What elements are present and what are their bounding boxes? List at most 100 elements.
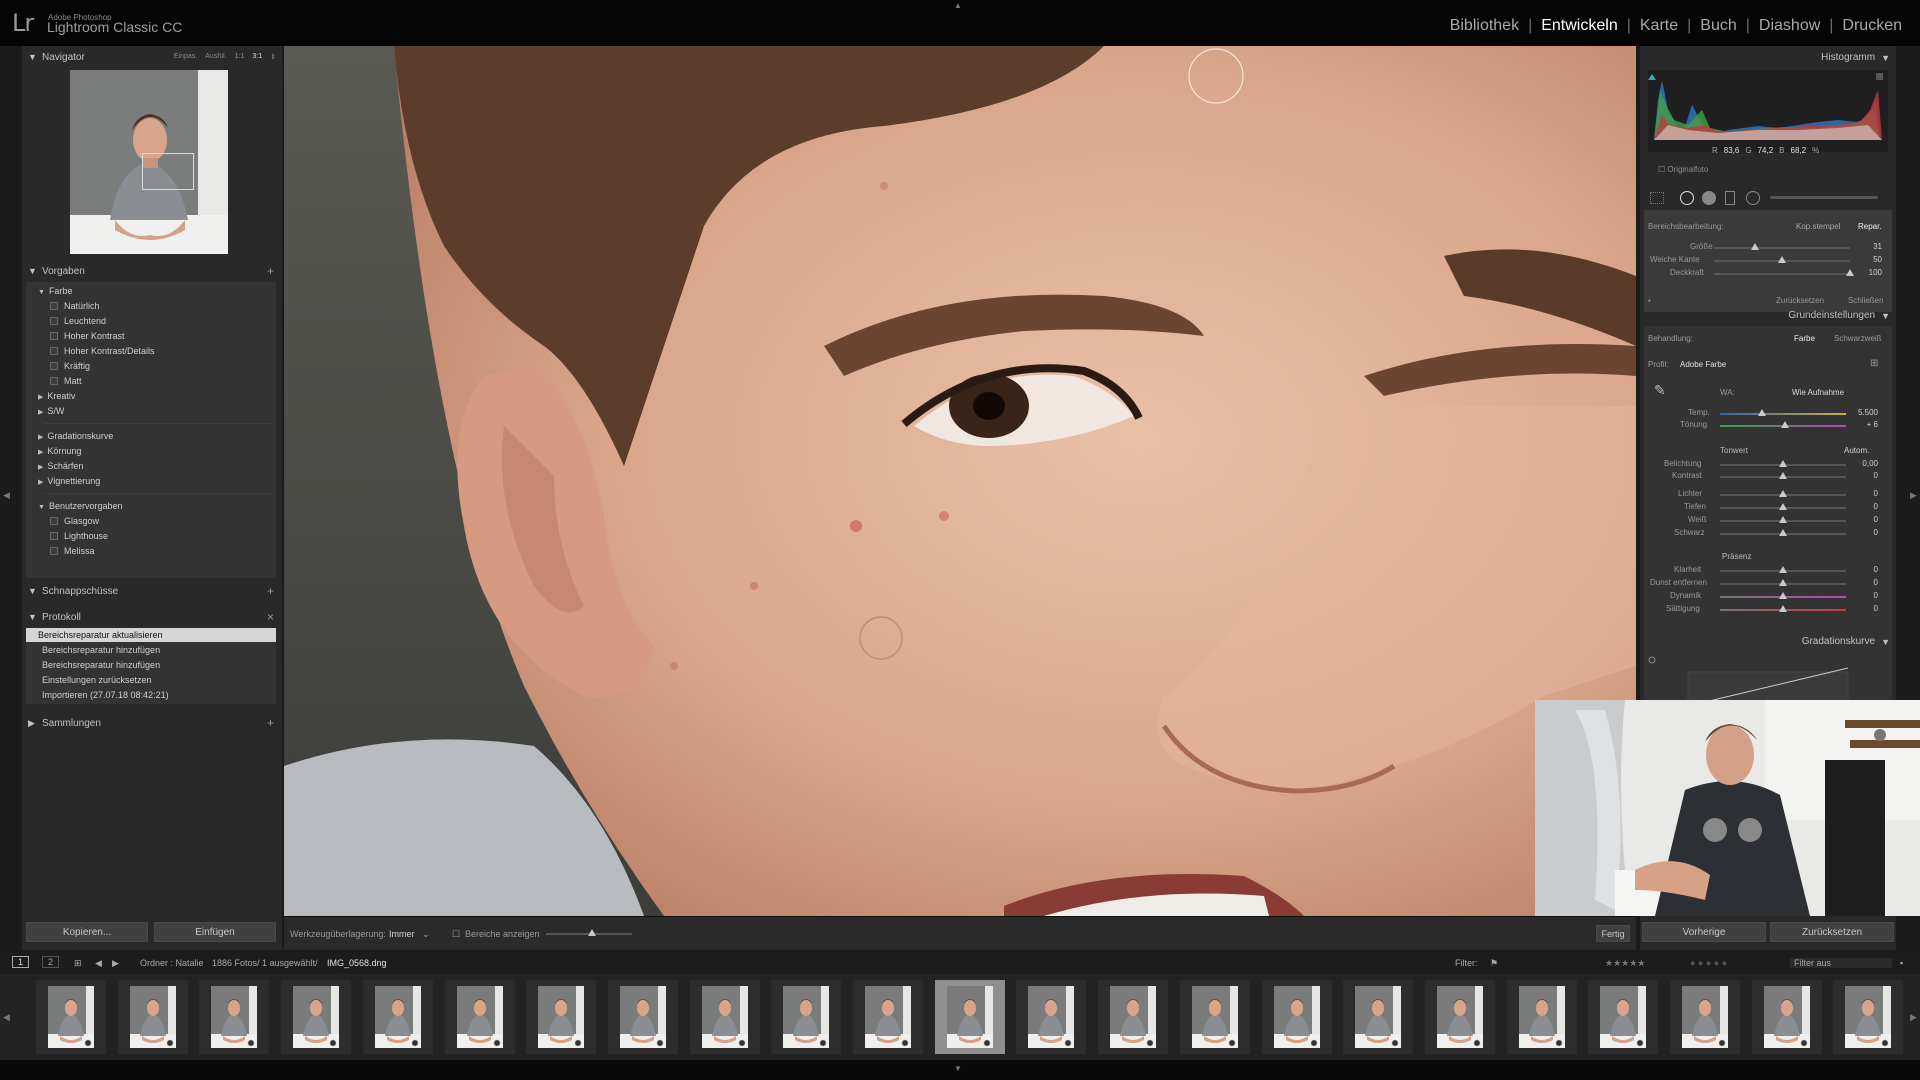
profile-browser-icon[interactable]: ⊞ <box>1870 358 1878 369</box>
filmstrip-thumbnail[interactable] <box>689 980 760 1054</box>
history-item[interactable]: Bereichsreparatur hinzufügen <box>42 643 274 657</box>
filmstrip-thumbnail[interactable] <box>1751 980 1822 1054</box>
slider-thumb[interactable] <box>1779 566 1787 573</box>
preset-item[interactable]: Melissa <box>50 546 95 556</box>
profile-dropdown[interactable]: Adobe Farbe <box>1680 360 1726 369</box>
size-slider[interactable] <box>1714 247 1850 249</box>
overlay-dropdown[interactable]: Immer <box>389 929 415 939</box>
zoom-menu-icon[interactable]: ⇕ <box>270 53 276 61</box>
collapse-left-panel-icon[interactable]: ◀ <box>3 490 10 501</box>
history-item[interactable]: Bereichsreparatur aktualisieren <box>26 628 276 642</box>
lock-icon[interactable]: ▪ <box>1900 958 1903 968</box>
filmstrip-thumbnail[interactable] <box>934 980 1005 1054</box>
slider-thumb[interactable] <box>1779 605 1787 612</box>
collapse-filmstrip-icon[interactable]: ▼ <box>954 1064 962 1073</box>
filmstrip-thumbnail[interactable] <box>1016 980 1087 1054</box>
preset-group-bw[interactable]: ▶ S/W <box>38 406 64 416</box>
eyedropper-icon[interactable]: ✎ <box>1654 382 1666 399</box>
back-arrow-icon[interactable]: ◀ <box>95 958 102 969</box>
collapse-top-panel-icon[interactable]: ▲ <box>954 1 962 10</box>
navigator-preview[interactable] <box>70 70 228 254</box>
filmstrip-thumbnail[interactable] <box>853 980 923 1054</box>
filmstrip-thumbnail[interactable] <box>771 980 842 1054</box>
crop-tool-icon[interactable] <box>1650 192 1664 204</box>
radial-filter-icon[interactable] <box>1746 191 1760 205</box>
filmstrip-thumbnail[interactable] <box>1506 980 1577 1054</box>
current-filename[interactable]: IMG_0568.dng <box>327 958 387 968</box>
history-item[interactable]: Einstellungen zurücksetzen <box>42 673 274 687</box>
filmstrip-scroll-right-icon[interactable]: ▶ <box>1910 1012 1917 1023</box>
filmstrip-thumbnail[interactable] <box>444 980 515 1054</box>
filmstrip-thumbnail[interactable] <box>1343 980 1414 1054</box>
zoom-1-1[interactable]: 1:1 <box>235 53 245 61</box>
filmstrip-thumbnail[interactable] <box>1261 980 1332 1054</box>
tone-curve-graph[interactable] <box>1644 652 1892 707</box>
history-item[interactable]: Importieren (27.07.18 08:42:21) <box>42 688 274 702</box>
preset-group-curve[interactable]: ▶ Gradationskurve <box>38 431 113 441</box>
zoom-fit[interactable]: Einpas. <box>174 53 197 61</box>
collapse-right-panel-icon[interactable]: ▶ <box>1910 490 1917 501</box>
module-slideshow[interactable]: Diashow <box>1759 17 1820 35</box>
reset-spot-button[interactable]: Zurücksetzen <box>1776 296 1824 305</box>
module-map[interactable]: Karte <box>1640 17 1678 35</box>
rating-filter-stars[interactable]: ★★★★★ <box>1605 958 1645 969</box>
preset-group-creative[interactable]: ▶ Kreativ <box>38 391 75 401</box>
preset-item[interactable]: Leuchtend <box>50 316 106 326</box>
clear-history-icon[interactable]: × <box>267 610 274 624</box>
opacity-slider[interactable] <box>1714 273 1850 275</box>
preset-item[interactable]: Glasgow <box>50 516 99 526</box>
filmstrip-thumbnail[interactable] <box>362 980 433 1054</box>
slider-thumb[interactable] <box>1846 269 1854 276</box>
page-1-button[interactable]: 1 <box>12 956 30 968</box>
treatment-color[interactable]: Farbe <box>1794 334 1815 343</box>
wb-dropdown[interactable]: Wie Aufnahme <box>1792 388 1844 397</box>
mode-heal[interactable]: Repar. <box>1858 222 1882 231</box>
zoom-3-1[interactable]: 3:1 <box>252 53 262 61</box>
filter-dropdown[interactable]: Filter aus <box>1790 958 1892 968</box>
auto-tone-button[interactable]: Autom. <box>1844 446 1869 455</box>
slider-thumb[interactable] <box>1778 256 1786 263</box>
slider-thumb[interactable] <box>1779 516 1787 523</box>
history-item[interactable]: Bereichsreparatur hinzufügen <box>42 658 274 672</box>
navigator-header[interactable]: ▼ Navigator Einpas. Ausfül. 1:1 3:1 ⇕ <box>22 46 282 68</box>
slider-thumb[interactable] <box>1779 472 1787 479</box>
snapshots-header[interactable]: ▼ Schnappschüsse + <box>22 580 282 602</box>
histogram-header[interactable]: Histogramm ▼ <box>1821 52 1890 63</box>
filmstrip-scroll-left-icon[interactable]: ◀ <box>3 1012 10 1023</box>
collections-header[interactable]: ▶ Sammlungen + <box>22 712 282 734</box>
module-library[interactable]: Bibliothek <box>1450 17 1519 35</box>
slider-thumb[interactable] <box>1751 243 1759 250</box>
filmstrip-thumbnail[interactable] <box>1179 980 1250 1054</box>
previous-button[interactable]: Vorherige <box>1642 922 1766 942</box>
slider-thumb[interactable] <box>1779 592 1787 599</box>
spot-removal-tool-icon[interactable] <box>1680 191 1694 205</box>
preset-item[interactable]: Matt <box>50 376 82 386</box>
preset-group-vignette[interactable]: ▶ Vignettierung <box>38 476 100 486</box>
filmstrip-thumbnail[interactable] <box>1670 980 1740 1054</box>
flag-filter-icon[interactable]: ⚑ <box>1490 958 1498 969</box>
basic-header[interactable]: Grundeinstellungen ▼ <box>1788 310 1890 321</box>
add-collection-icon[interactable]: + <box>267 716 274 730</box>
grid-view-icon[interactable]: ⊞ <box>74 958 82 969</box>
preset-group-grain[interactable]: ▶ Körnung <box>38 446 81 456</box>
preset-group-user[interactable]: ▼ Benutzervorgaben <box>38 501 123 511</box>
presets-header[interactable]: ▼ Vorgaben + <box>22 260 282 282</box>
history-header[interactable]: ▼ Protokoll × <box>22 606 282 628</box>
filmstrip-thumbnail[interactable] <box>1588 980 1659 1054</box>
filmstrip-thumbnail[interactable] <box>1424 980 1495 1054</box>
red-eye-tool-icon[interactable] <box>1702 191 1716 205</box>
brush-tool-slider[interactable] <box>1770 196 1878 199</box>
preset-item[interactable]: Hoher Kontrast <box>50 331 125 341</box>
show-areas-checkbox[interactable]: ☐ <box>452 929 460 940</box>
page-2-button[interactable]: 2 <box>42 956 60 968</box>
slider-thumb[interactable] <box>1779 579 1787 586</box>
filmstrip-thumbnail[interactable] <box>281 980 352 1054</box>
preset-item[interactable]: Kräftig <box>50 361 90 371</box>
photo-canvas[interactable] <box>284 46 1636 916</box>
reset-button[interactable]: Zurücksetzen <box>1770 922 1894 942</box>
preset-item[interactable]: Hoher Kontrast/Details <box>50 346 155 356</box>
slider-thumb[interactable] <box>1779 503 1787 510</box>
filmstrip-thumbnail[interactable] <box>36 980 106 1054</box>
forward-arrow-icon[interactable]: ▶ <box>112 958 119 969</box>
mode-clone[interactable]: Kop.stempel <box>1796 222 1840 231</box>
